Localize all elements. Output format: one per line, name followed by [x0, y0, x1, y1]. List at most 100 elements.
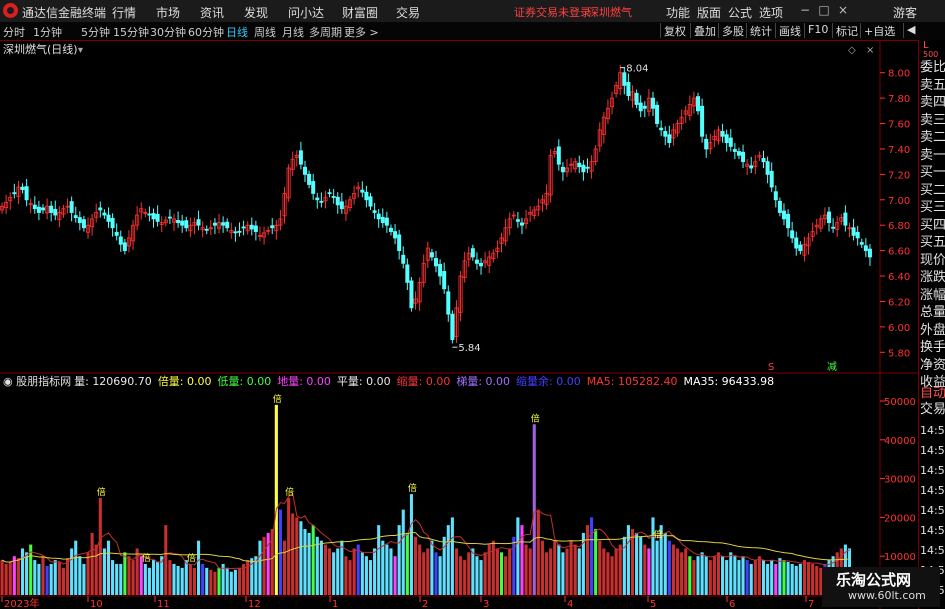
- volume-bar: [573, 544, 577, 595]
- bei-marker: 倍: [97, 486, 106, 498]
- bei-marker: 倍: [654, 529, 663, 541]
- vol-legend-value: 0.00: [366, 375, 391, 388]
- menu-wenxiaoda[interactable]: 问小达: [288, 4, 324, 21]
- candle-body: [765, 161, 770, 175]
- price-tick-label: 7.80: [888, 94, 910, 105]
- tongji-button[interactable]: 统计: [746, 23, 772, 38]
- period-fenshi[interactable]: 分时: [3, 24, 25, 40]
- guest-label[interactable]: 游客: [893, 4, 917, 21]
- volume-bar: [757, 556, 761, 595]
- period-5min[interactable]: 5分钟: [81, 24, 110, 40]
- menu-zixun[interactable]: 资讯: [200, 4, 224, 21]
- volume-bar: [197, 540, 201, 595]
- login-warning[interactable]: 证券交易未登录: [514, 4, 591, 20]
- collapse-icon[interactable]: ◀: [903, 23, 915, 38]
- tab-auto[interactable]: 自动: [920, 386, 945, 402]
- add-watchlist-button[interactable]: +自选: [860, 23, 895, 38]
- volume-bar: [201, 563, 205, 595]
- date-tick-label: 4: [567, 599, 573, 609]
- period-multi[interactable]: 多周期: [309, 24, 342, 40]
- period-30min[interactable]: 30分钟: [150, 24, 186, 40]
- menu-gongshi[interactable]: 公式: [728, 4, 752, 21]
- vol-tick-label: 30000: [884, 475, 916, 486]
- volume-bar: [684, 548, 688, 595]
- volume-bar: [311, 525, 315, 595]
- vol-tick-label: 10000: [884, 552, 916, 563]
- menu-banmian[interactable]: 版面: [697, 4, 721, 21]
- volume-bar: [33, 560, 37, 595]
- volume-bar: [463, 560, 467, 595]
- volume-bar: [794, 565, 798, 595]
- volume-bar: [540, 540, 544, 595]
- volume-bar: [184, 560, 188, 595]
- diamond-icon[interactable]: ◇: [848, 45, 856, 56]
- period-monthly[interactable]: 月线: [282, 24, 304, 40]
- volume-bar: [606, 552, 610, 595]
- volume-bar: [508, 548, 512, 595]
- fuquan-button[interactable]: 复权: [660, 23, 686, 38]
- volume-bar: [446, 525, 450, 595]
- diejia-button[interactable]: 叠加: [690, 23, 716, 38]
- volume-bar: [430, 540, 434, 595]
- period-more[interactable]: 更多 >: [344, 24, 379, 40]
- chart-close-icon[interactable]: ×: [866, 45, 874, 56]
- f10-button[interactable]: F10: [804, 23, 828, 38]
- duogu-button[interactable]: 多股: [718, 23, 744, 38]
- candle-body: [798, 244, 803, 252]
- biaoji-button[interactable]: 标记: [832, 23, 858, 38]
- period-weekly[interactable]: 周线: [254, 24, 276, 40]
- volume-bar: [151, 560, 156, 595]
- period-1min[interactable]: 1分钟: [33, 24, 62, 40]
- maximize-icon[interactable]: □: [816, 2, 832, 18]
- signal-jian-marker: 减: [827, 361, 837, 373]
- candle-body: [761, 157, 766, 163]
- signal-s-marker: S: [768, 362, 774, 373]
- menu-faxian[interactable]: 发现: [244, 4, 268, 21]
- vol-legend[interactable]: ◉ 股朋指标网 量: 120690.70 倍量: 0.00 低量: 0.00 地量: 0…: [3, 374, 774, 388]
- candle-body: [581, 164, 586, 173]
- volume-bar: [258, 540, 262, 595]
- menu-shichang[interactable]: 市场: [156, 4, 180, 21]
- candle-body: [401, 254, 406, 264]
- candle-body: [405, 264, 410, 283]
- tab-trade[interactable]: 交易: [920, 402, 945, 418]
- candle-body: [433, 258, 438, 267]
- menu-xuanxiang[interactable]: 选项: [759, 4, 783, 21]
- volume-bar: [16, 558, 20, 595]
- menu-jiaoyi[interactable]: 交易: [396, 4, 420, 21]
- bei-marker: 倍: [187, 552, 196, 564]
- chart-area[interactable]: 8.00 7.80 7.60 7.40 7.20 7.00 6.80 6.60 6.40 6.20…: [0, 40, 918, 609]
- menu-gongneng[interactable]: 功能: [666, 4, 690, 21]
- volume-bar: [491, 540, 495, 595]
- period-15min[interactable]: 15分钟: [113, 24, 149, 40]
- price-tick-label: 7.00: [888, 196, 910, 207]
- volume-bar: [237, 567, 242, 595]
- volume-axis: 50000 40000 30000 20000 10000: [880, 397, 916, 563]
- volume-bar: [745, 560, 749, 595]
- volume-bar: [602, 548, 606, 595]
- price-tick-label: 6.60: [888, 247, 910, 258]
- period-60min[interactable]: 60分钟: [188, 24, 224, 40]
- minimize-icon[interactable]: −: [797, 2, 813, 18]
- menu-hangqing[interactable]: 行情: [112, 4, 136, 21]
- vol-legend-value: 0.00: [306, 375, 331, 388]
- panel-item: 卖四: [920, 95, 945, 110]
- huaxian-button[interactable]: 画线: [775, 23, 801, 38]
- legend-dropdown-icon[interactable]: ▾: [78, 45, 83, 56]
- candle-body: [720, 131, 725, 137]
- candle-body: [393, 231, 398, 239]
- menu-caifuquan[interactable]: 财富圈: [342, 4, 378, 21]
- volume-bar: [49, 563, 53, 595]
- vol-legend-label: MA5:: [587, 375, 618, 388]
- vol-legend-value: 120690.70: [92, 375, 152, 388]
- volume-bar: [115, 563, 119, 595]
- candle-body: [696, 96, 701, 112]
- candle-body: [655, 104, 660, 124]
- period-daily[interactable]: 日线: [226, 24, 248, 40]
- close-icon[interactable]: ×: [835, 2, 851, 18]
- date-axis: 2023年 10 11 12 1 2 3 4 5 6 7: [1, 596, 814, 609]
- main-chart-legend[interactable]: 深圳燃气(日线): [3, 42, 78, 56]
- vol-legend-value: 0.00: [426, 375, 451, 388]
- volume-bar: [233, 569, 237, 595]
- date-tick-label: 2023年: [4, 597, 39, 609]
